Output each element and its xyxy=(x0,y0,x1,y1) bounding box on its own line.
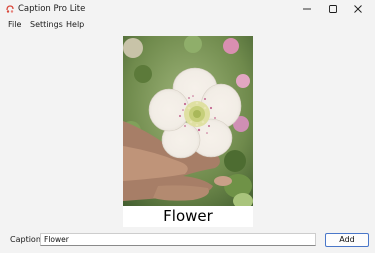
caption-label: Caption xyxy=(10,235,41,244)
window-title: Caption Pro Lite xyxy=(18,4,86,14)
close-icon xyxy=(354,5,362,13)
app-window: Caption Pro Lite File Settings Help Flow… xyxy=(0,0,375,253)
menu-help[interactable]: Help xyxy=(66,20,84,30)
maximize-icon xyxy=(329,5,337,13)
photo-caption-overlay: Flower xyxy=(123,206,253,227)
captioned-photo: Flower xyxy=(123,36,253,227)
minimize-icon xyxy=(303,8,311,10)
title-bar[interactable]: Caption Pro Lite xyxy=(0,0,375,18)
menu-bar: File Settings Help xyxy=(0,18,375,32)
menu-settings[interactable]: Settings xyxy=(30,20,63,30)
menu-file[interactable]: File xyxy=(8,20,21,30)
close-button[interactable] xyxy=(341,0,375,18)
flower-photo xyxy=(123,36,253,206)
add-button[interactable]: Add xyxy=(325,233,369,247)
caption-app-icon xyxy=(5,4,15,14)
caption-input[interactable] xyxy=(40,233,316,246)
